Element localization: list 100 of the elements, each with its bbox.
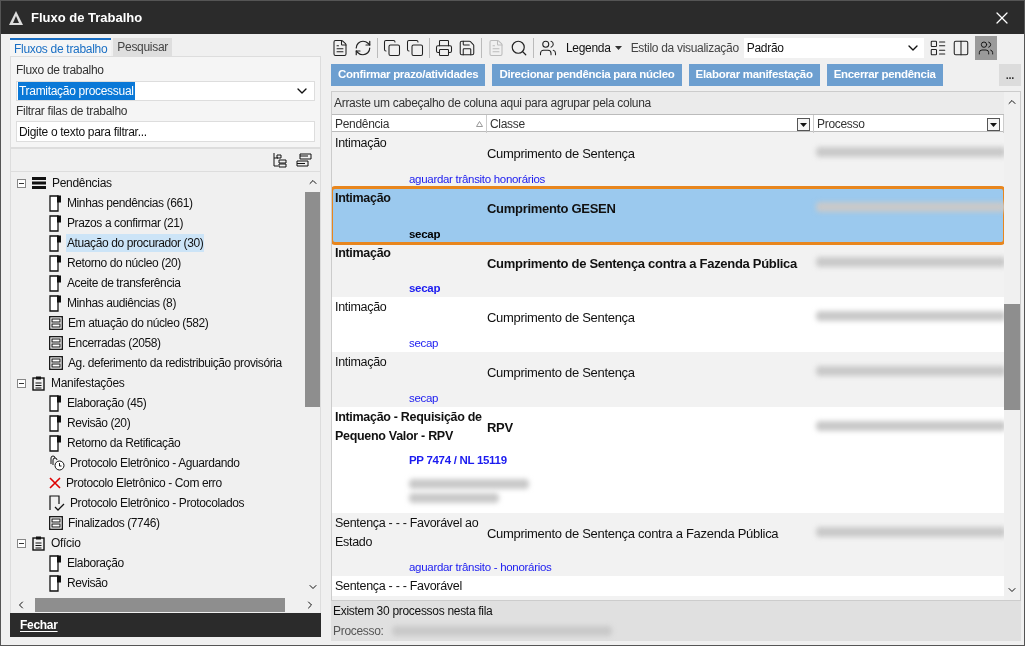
tree-item[interactable]: Elaboração: [66, 554, 125, 572]
table-cell: PP 7474 / NL 15119: [409, 454, 507, 467]
table-cell: Sentença - - - Favorável ao Estado: [335, 516, 479, 549]
column-header[interactable]: Classe: [490, 115, 525, 133]
document-flag-icon: [49, 194, 62, 212]
tree-item[interactable]: Revisão (20): [66, 414, 132, 432]
tree-item[interactable]: Aceite de transferência: [66, 274, 182, 292]
table-row[interactable]: Sentença - - - Favorável: [332, 575, 1004, 596]
document-flag-icon: [49, 294, 62, 312]
document-flag-icon: [49, 394, 62, 412]
tree-item[interactable]: Retorno do núcleo (20): [66, 254, 182, 272]
caret-icon: [614, 46, 622, 50]
table-cell: secap: [409, 391, 439, 404]
scroll-thumb[interactable]: [305, 192, 320, 407]
table-cell: Cumprimento de Sentença contra a Fazenda Pública: [487, 526, 779, 542]
table-cell: Cumprimento GESEN: [487, 200, 616, 216]
tree-item[interactable]: Protocolo Eletrônico - Aguardando: [69, 454, 241, 472]
cabinet-icon: [49, 356, 63, 370]
table-row[interactable]: Intimação Cumprimento de Sentença secap: [332, 297, 1004, 352]
filter-dropdown-icon[interactable]: [797, 117, 810, 131]
table-cell: Cumprimento de Sentença: [487, 365, 635, 380]
tree-item[interactable]: Encerradas (2058): [67, 334, 162, 352]
column-header[interactable]: Processo: [817, 115, 865, 133]
horizontal-scrollbar[interactable]: [10, 597, 321, 613]
table-cell: secap: [409, 227, 441, 240]
tree-item[interactable]: Pendências: [52, 174, 112, 192]
tree-item[interactable]: Em atuação do núcleo (582): [67, 314, 210, 332]
workflow-dropdown[interactable]: Tramitação processual: [16, 81, 315, 101]
document-check-icon: [49, 494, 65, 512]
settings-toggle[interactable]: [974, 36, 997, 60]
table-cell: aguardar trânsito - honorários: [409, 560, 552, 573]
window-title: Fluxo de Trabalho: [31, 8, 143, 27]
printer-icon[interactable]: [435, 39, 453, 57]
table-cell: Cumprimento de Sentença contra a Fazenda Pública: [487, 255, 797, 271]
tree-item[interactable]: Retorno da Retificação: [66, 434, 182, 452]
tree-item[interactable]: Revisão: [66, 574, 109, 592]
collapse-icon[interactable]: [17, 378, 26, 388]
table-row[interactable]: Intimação - Requisição de Pequeno Valor - RPV RPV PP 7474 / NL 15119: [332, 406, 1004, 514]
expand-tree-icon[interactable]: [272, 152, 288, 168]
tree-item[interactable]: Ofício: [51, 534, 81, 552]
table-cell: Cumprimento de Sentença: [487, 310, 635, 326]
close-button[interactable]: Fechar: [10, 613, 321, 637]
tab[interactable]: Pesquisar: [113, 38, 172, 56]
tree-item[interactable]: Minhas audiências (8): [66, 294, 177, 312]
table-cell: aguardar trânsito honorários: [409, 172, 546, 185]
tree-item[interactable]: Elaboração (45): [66, 394, 148, 412]
app-logo-icon: [9, 10, 23, 25]
tree-item[interactable]: Minhas pendências (661): [66, 194, 194, 212]
document-flag-icon: [49, 214, 62, 232]
field-label: Fluxo de trabalho: [16, 62, 105, 79]
field-label: Filtrar filas de trabalho: [16, 103, 129, 120]
collapse-tree-icon[interactable]: [296, 153, 312, 167]
copy-icon[interactable]: [406, 39, 424, 57]
tab[interactable]: Fluxos de trabalho: [10, 38, 112, 56]
document-flag-icon: [49, 254, 62, 272]
grid-layout-icon[interactable]: [928, 39, 947, 57]
collapse-icon[interactable]: [17, 538, 26, 548]
table-cell: Cumprimento de Sentença: [487, 146, 635, 161]
columns-icon[interactable]: [951, 39, 970, 57]
people-icon[interactable]: [539, 39, 557, 57]
view-style-dropdown[interactable]: Padrão: [743, 38, 924, 58]
more-button[interactable]: ...: [999, 64, 1021, 86]
filter-dropdown-icon[interactable]: [987, 117, 1000, 131]
document-flag-icon: [49, 414, 62, 432]
tree-item[interactable]: Manifestações: [51, 374, 125, 392]
table-cell: Intimação: [335, 300, 387, 315]
tree-item[interactable]: Prazos a confirmar (21): [66, 214, 185, 232]
documents-clock-icon: [49, 455, 65, 471]
table-cell: Intimação - Requisição de Pequeno Valor - RPV: [335, 409, 482, 443]
new-document-icon[interactable]: [331, 39, 349, 57]
table-row[interactable]: Intimação Cumprimento GESEN secap: [332, 187, 1004, 243]
document-flag-icon: [49, 274, 62, 292]
table-cell: secap: [409, 337, 439, 349]
stack-icon: [32, 177, 46, 189]
tree-item[interactable]: Protocolo Eletrônico - Com erro: [65, 474, 223, 492]
filter-field[interactable]: Digite o texto para filtrar...: [16, 121, 315, 142]
scroll-thumb[interactable]: [35, 598, 285, 612]
save-icon[interactable]: [458, 39, 476, 57]
legend-menu[interactable]: Legenda: [562, 39, 626, 57]
tree-item[interactable]: Finalizados (7746): [67, 514, 161, 532]
collapse-icon[interactable]: [17, 178, 26, 188]
field-label: Estilo da visualização: [630, 40, 739, 57]
tree-item[interactable]: Protocolo Eletrônico - Protocolados: [69, 494, 246, 512]
cabinet-icon: [49, 516, 63, 530]
table-cell: Intimação: [335, 355, 387, 369]
scroll-thumb[interactable]: [1004, 304, 1020, 410]
status-text: Existem 30 processos nesta fila: [333, 603, 493, 620]
table-cell: Sentença - - - Favorável: [335, 578, 462, 593]
tree-item[interactable]: Atuação do procurador (30): [66, 234, 205, 252]
refresh-icon[interactable]: [354, 39, 372, 57]
column-header[interactable]: Pendência: [335, 115, 389, 133]
document-flag-icon: [49, 434, 62, 452]
table-cell: RPV: [487, 419, 513, 435]
table-cell: Intimação: [335, 136, 387, 150]
document-flag-icon: [49, 234, 62, 252]
tree-item[interactable]: Ag. deferimento da redistribuição provisória: [67, 354, 283, 372]
search-icon[interactable]: [510, 39, 528, 57]
clipboard-icon: [32, 535, 45, 551]
clipboard-icon: [32, 375, 45, 391]
table-cell: Intimação: [335, 190, 391, 205]
